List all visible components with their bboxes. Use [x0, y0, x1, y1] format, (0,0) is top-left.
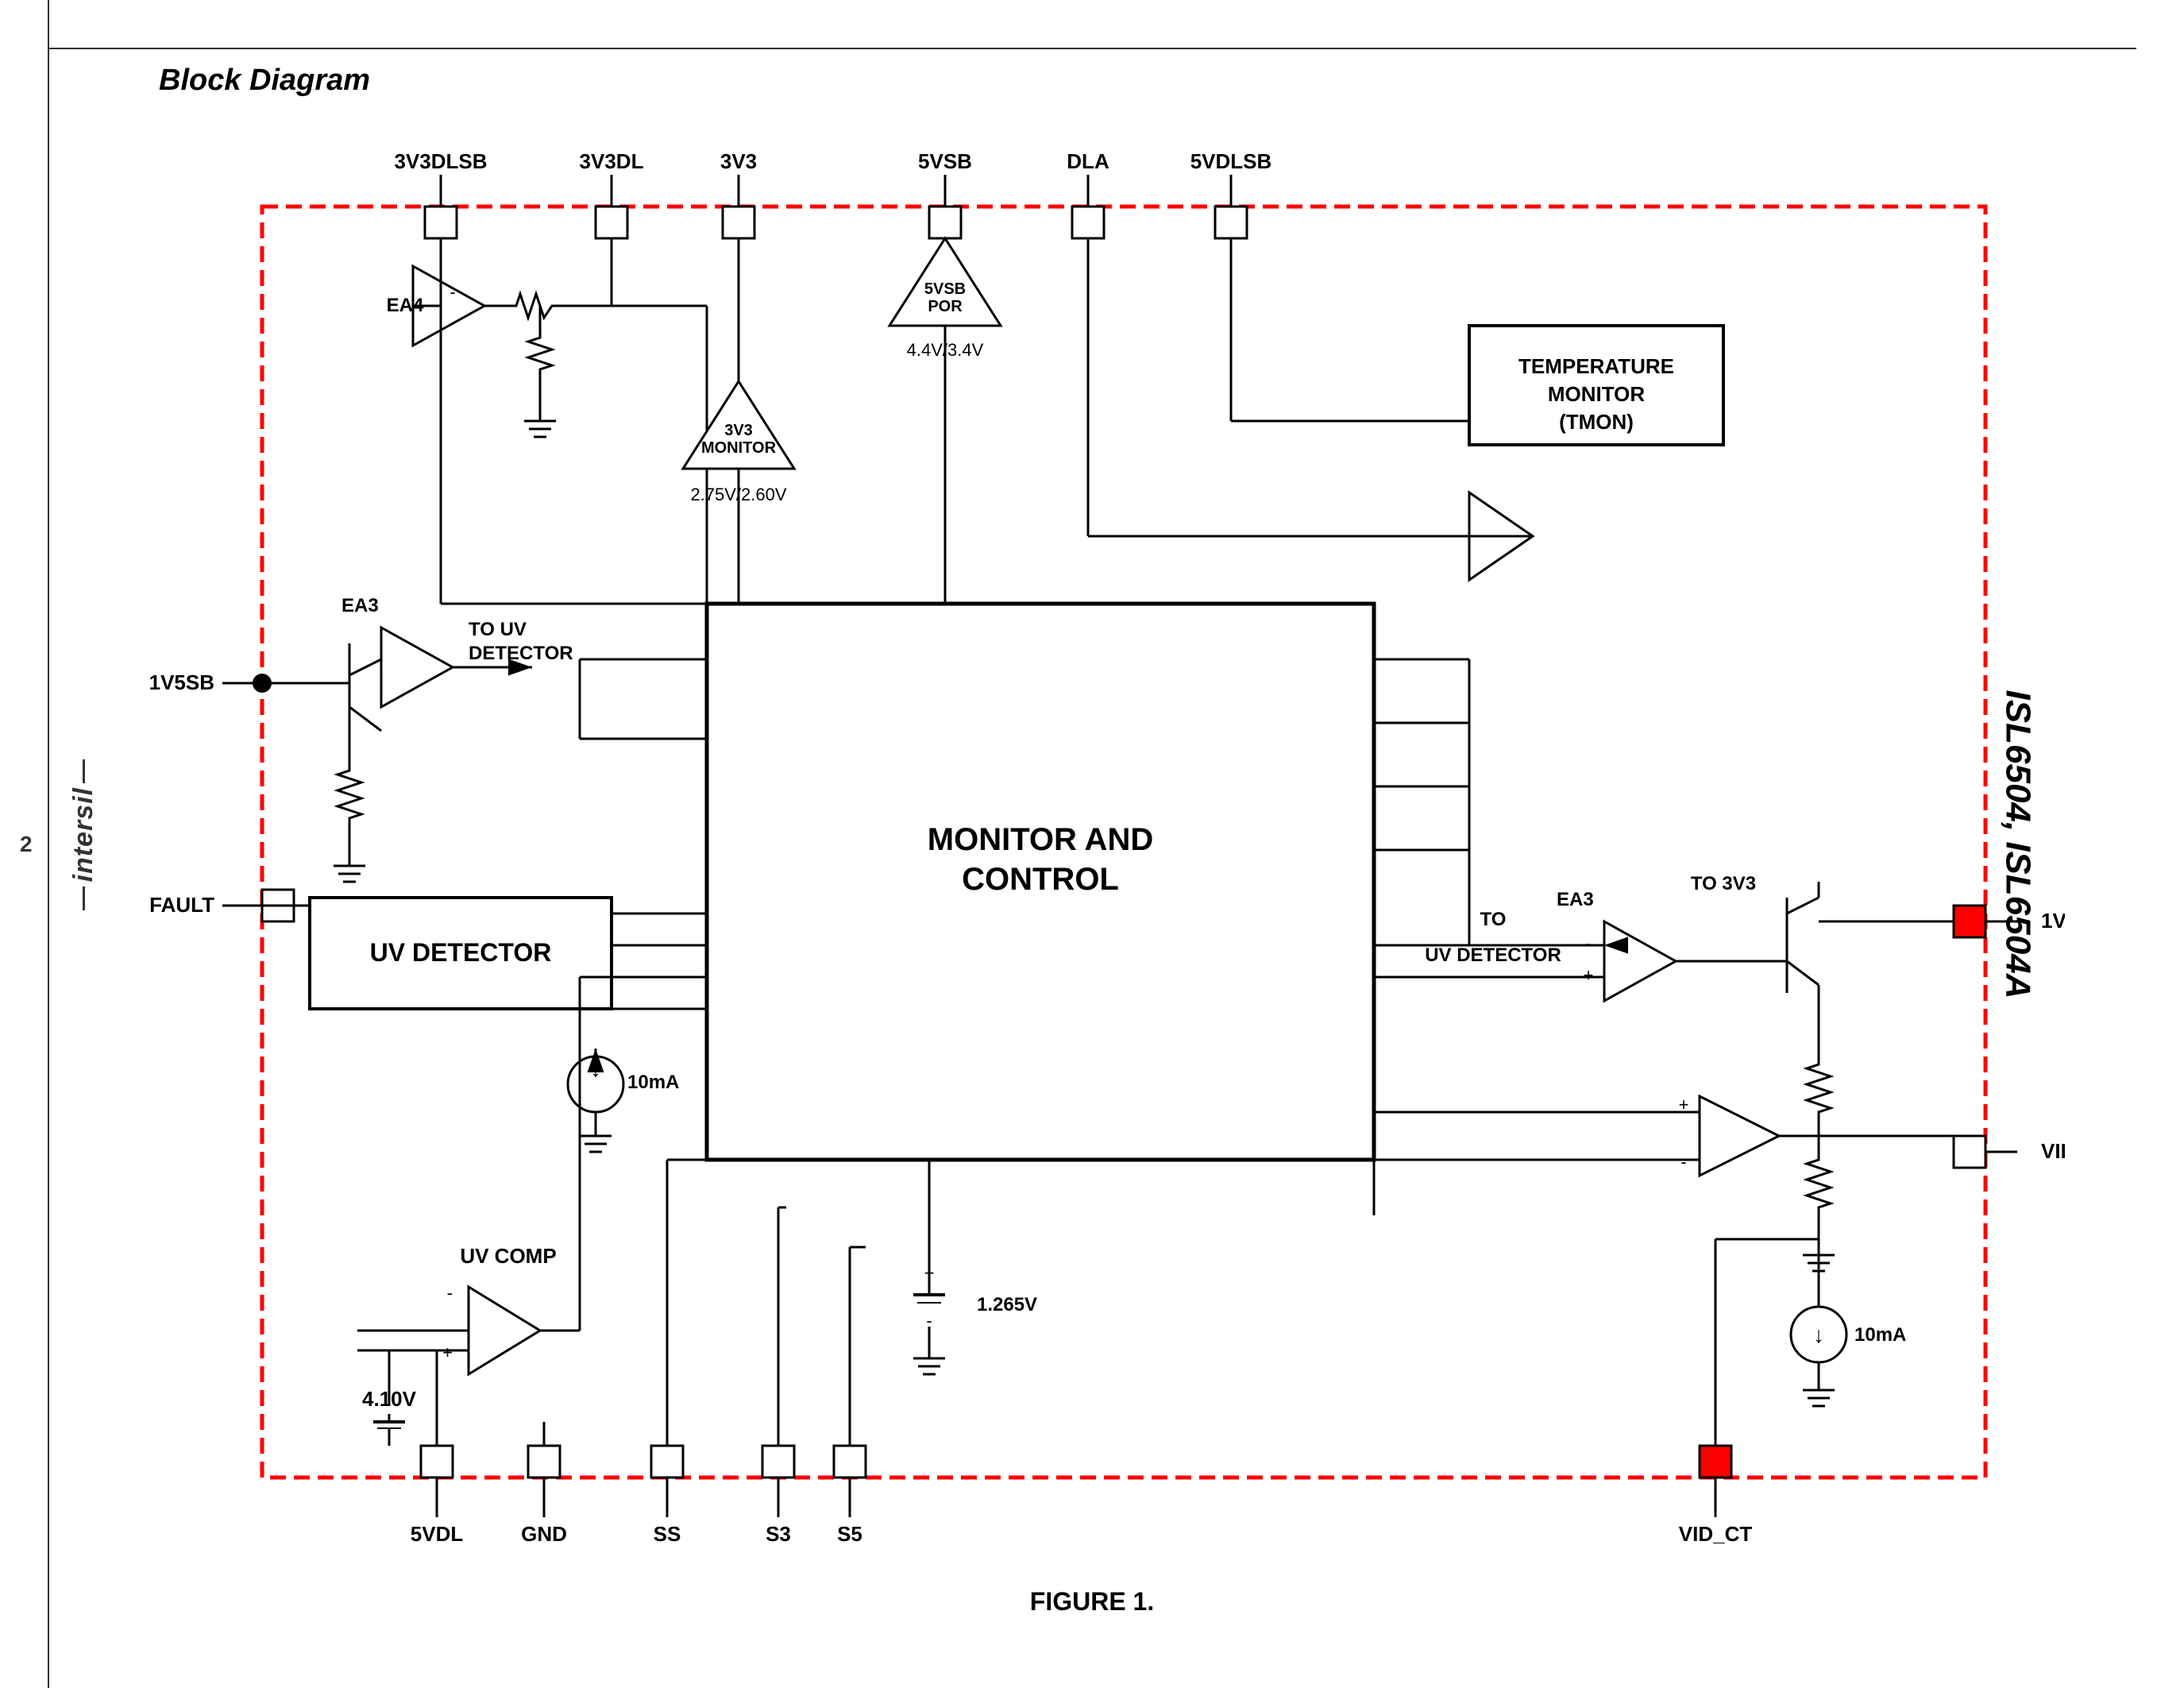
to-uv-detector-right-label1: TO: [1480, 909, 1507, 930]
block-diagram-svg: 3V3DLSB 3V3DL 3V3 5VSB DLA 5VDLSB 5VDL G…: [119, 103, 2065, 1597]
pin-5vdl-box: [421, 1446, 453, 1477]
ea3-right-plus: +: [1584, 965, 1594, 985]
ea3-right-triangle: [1604, 921, 1676, 1001]
vidpg-comparator: [1700, 1096, 1779, 1176]
resistor-right-2: [1807, 1144, 1831, 1231]
ea3-top-label: EA3: [341, 595, 379, 616]
uv-comp-plus: +: [442, 1342, 453, 1362]
pin-5vsb-box: [929, 207, 961, 238]
intersil-logo-area: intersil: [52, 759, 115, 910]
resistor-ea3-top: [338, 739, 361, 850]
to-uv-detector-top-label2: DETECTOR: [469, 643, 573, 664]
pin-ss-label: SS: [654, 1522, 681, 1546]
vidpg-minus: -: [1680, 1152, 1686, 1172]
temp-monitor-line2: MONITOR: [1548, 382, 1646, 406]
resistor-ea4-2: [528, 306, 552, 405]
ea3-right-minus: -: [1585, 933, 1591, 953]
pin-3v3dl-box: [596, 207, 627, 238]
to-uv-detector-top-label: TO UV: [469, 619, 527, 640]
current-10ma-left-label: ↓: [590, 1056, 601, 1081]
pin-vidct-label: VID_CT: [1679, 1522, 1753, 1546]
page-border-left: [48, 0, 49, 1688]
page-border-top: [48, 48, 2136, 49]
pin-1v2vid-box: [1954, 906, 1985, 937]
pin-5vdlsb-box: [1215, 207, 1247, 238]
ea3-transistor-e1: [349, 659, 381, 675]
uv-detector-label: UV DETECTOR: [370, 938, 552, 967]
diagram-title: Block Diagram: [159, 64, 370, 98]
pin-s3-box: [762, 1446, 794, 1477]
pin-ss-box: [651, 1446, 683, 1477]
to-uv-detector-right-label2: UV DETECTOR: [1425, 944, 1561, 966]
pin-gnd-label: GND: [521, 1522, 567, 1546]
voltage-1265-label: 1.265V: [977, 1294, 1037, 1315]
pin-s5-label: S5: [837, 1522, 862, 1546]
pin-5vsb-label: 5VSB: [918, 149, 972, 173]
pin-1v5sb-label: 1V5SB: [149, 670, 214, 694]
uv-comp-minus: -: [447, 1283, 453, 1303]
pin-3v3dlsb-label: 3V3DLSB: [394, 149, 487, 173]
pin-vidpg-label: VID_PG: [2041, 1139, 2065, 1163]
monitor-label-line1: 3V3: [724, 422, 753, 439]
transistor-right-e1: [1787, 898, 1819, 914]
pin-gnd-box: [528, 1446, 560, 1477]
pin-dla-label: DLA: [1067, 149, 1109, 173]
temp-monitor-line3: (TMON): [1559, 410, 1634, 434]
pin-fault-label: FAULT: [149, 893, 214, 917]
por-label-line2: POR: [928, 298, 963, 315]
pin-s3-label: S3: [766, 1522, 791, 1546]
por-label-line1: 5VSB: [924, 280, 966, 298]
ea3-top-triangle: [381, 628, 453, 707]
ea3-right-label: EA3: [1557, 889, 1594, 910]
transistor-right-e2: [1787, 961, 1819, 985]
monitor-control-label-line2: CONTROL: [962, 862, 1119, 897]
current-10ma-right-label: 10mA: [1854, 1324, 1906, 1346]
pin-dla-box: [1072, 207, 1104, 238]
pin-1v2vid-label: 1V2VID: [2041, 909, 2065, 933]
pin-3v3-box: [723, 207, 754, 238]
pin-vidpg-box: [1954, 1136, 1985, 1168]
monitor-control-label-line1: MONITOR AND: [928, 822, 1153, 857]
temp-monitor-line1: TEMPERATURE: [1518, 354, 1674, 378]
pin-vidct-box: [1700, 1446, 1731, 1477]
to-3v3-label: TO 3V3: [1691, 873, 1756, 894]
ea4-minus: -: [450, 282, 455, 302]
current-10ma-right-symbol: ↓: [1813, 1323, 1824, 1347]
pin-5vdlsb-label: 5VDLSB: [1190, 149, 1272, 173]
pin-5vdl-label: 5VDL: [411, 1522, 464, 1546]
uv-comp-triangle: [469, 1287, 540, 1374]
pin-3v3dl-label: 3V3DL: [580, 149, 644, 173]
current-10ma-left-text: 10mA: [627, 1072, 679, 1093]
pin-s5-box: [834, 1446, 866, 1477]
monitor-label-line2: MONITOR: [701, 439, 777, 457]
resistor-right-1: [1807, 1049, 1831, 1144]
uv-comp-label: UV COMP: [460, 1244, 556, 1268]
ea3-transistor-e2: [349, 707, 381, 731]
page-number: 2: [20, 832, 33, 857]
pin-3v3-label: 3V3: [720, 149, 757, 173]
pin-3v3dlsb-box: [425, 207, 457, 238]
logo-line-top: [83, 759, 85, 783]
resistor-ea4-1: [484, 294, 580, 318]
intersil-text: intersil: [68, 787, 99, 882]
logo-line-bottom: [83, 886, 85, 910]
